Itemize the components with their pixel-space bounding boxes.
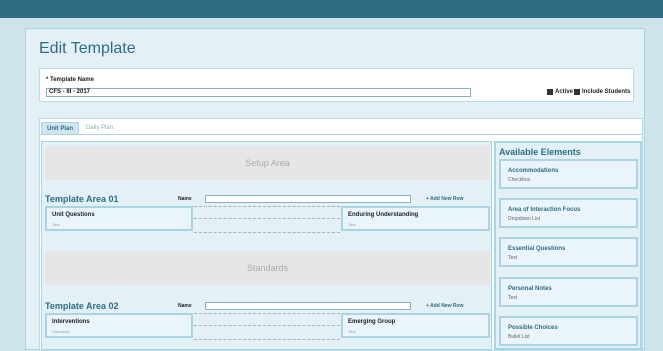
- element-type: Bullet List: [508, 334, 530, 340]
- area-1-name-input[interactable]: [205, 195, 411, 203]
- element-accommodations[interactable]: Accommodations Checkbox: [499, 159, 638, 189]
- element-title: Personal Notes: [508, 286, 552, 292]
- enduring-understanding-card[interactable]: Enduring Understanding Text: [341, 206, 490, 231]
- template-area-1-title: Template Area 01: [45, 194, 119, 204]
- element-type: Text: [508, 255, 518, 261]
- element-personal-notes[interactable]: Personal Notes Text: [499, 277, 638, 307]
- element-title: Essential Questions: [508, 246, 566, 252]
- checkbox-checked-icon: [574, 89, 580, 95]
- area-2-drop-zone[interactable]: [194, 313, 340, 340]
- card-title: Emerging Group: [348, 319, 396, 325]
- card-title: Unit Questions: [52, 212, 95, 218]
- element-possible-choices[interactable]: Possible Choices Bullet List: [499, 316, 638, 346]
- tab-daily-plan[interactable]: Daily Plan: [81, 122, 118, 134]
- unit-questions-card[interactable]: Unit Questions Text: [45, 206, 193, 231]
- include-students-label: Include Students: [582, 89, 631, 95]
- element-essential-questions[interactable]: Essential Questions Text: [499, 237, 638, 267]
- edit-template-panel: Edit Template * Template Name CFS - III …: [25, 28, 645, 351]
- area-1-name-label: Name: [178, 196, 192, 202]
- checkbox-checked-icon: [547, 89, 553, 95]
- element-area-of-interaction-focus[interactable]: Area of Interaction Focus Dropdown List: [499, 198, 638, 228]
- template-tabs: Unit Plan Daily Plan Setup Area Template…: [39, 118, 643, 351]
- template-name-input[interactable]: CFS - III - 2017: [46, 88, 471, 97]
- template-name-label: * Template Name: [46, 77, 94, 83]
- area-1-add-row-button[interactable]: + Add New Row: [426, 196, 463, 202]
- standards-area[interactable]: Standards: [45, 251, 490, 285]
- template-area-2-title: Template Area 02: [45, 301, 119, 311]
- setup-area[interactable]: Setup Area: [45, 146, 490, 180]
- page-title: Edit Template: [39, 40, 136, 57]
- area-2-name-label: Name: [178, 303, 192, 309]
- available-elements-panel: Available Elements Accommodations Checkb…: [494, 141, 642, 350]
- template-canvas: Setup Area Template Area 01 Name + Add N…: [41, 141, 492, 350]
- element-type: Text: [508, 295, 518, 301]
- area-2-name-input[interactable]: [205, 302, 411, 310]
- active-label: Active: [555, 89, 574, 95]
- top-bar: [0, 0, 663, 18]
- element-title: Area of Interaction Focus: [508, 207, 581, 213]
- area-1-drop-zone[interactable]: [194, 206, 340, 233]
- interventions-card[interactable]: Interventions Checkbox: [45, 313, 193, 338]
- card-title: Enduring Understanding: [348, 212, 419, 218]
- card-type: Text: [348, 329, 356, 334]
- include-students-checkbox[interactable]: Include Students: [574, 89, 630, 95]
- available-elements-title: Available Elements: [499, 147, 581, 157]
- emerging-group-card[interactable]: Emerging Group Text: [341, 313, 490, 338]
- area-2-add-row-button[interactable]: + Add New Row: [426, 303, 463, 309]
- card-type: Text: [52, 222, 60, 227]
- element-type: Checkbox: [508, 177, 531, 183]
- element-title: Accommodations: [508, 168, 559, 174]
- card-type: Text: [348, 222, 356, 227]
- active-checkbox[interactable]: Active: [547, 89, 573, 95]
- element-title: Possible Choices: [508, 325, 558, 331]
- element-type: Dropdown List: [508, 216, 540, 222]
- tab-row: Unit Plan Daily Plan: [40, 119, 642, 135]
- card-title: Interventions: [52, 319, 90, 325]
- template-settings-box: * Template Name CFS - III - 2017 Active …: [39, 68, 634, 102]
- tab-unit-plan[interactable]: Unit Plan: [41, 122, 80, 134]
- card-type: Checkbox: [52, 329, 70, 334]
